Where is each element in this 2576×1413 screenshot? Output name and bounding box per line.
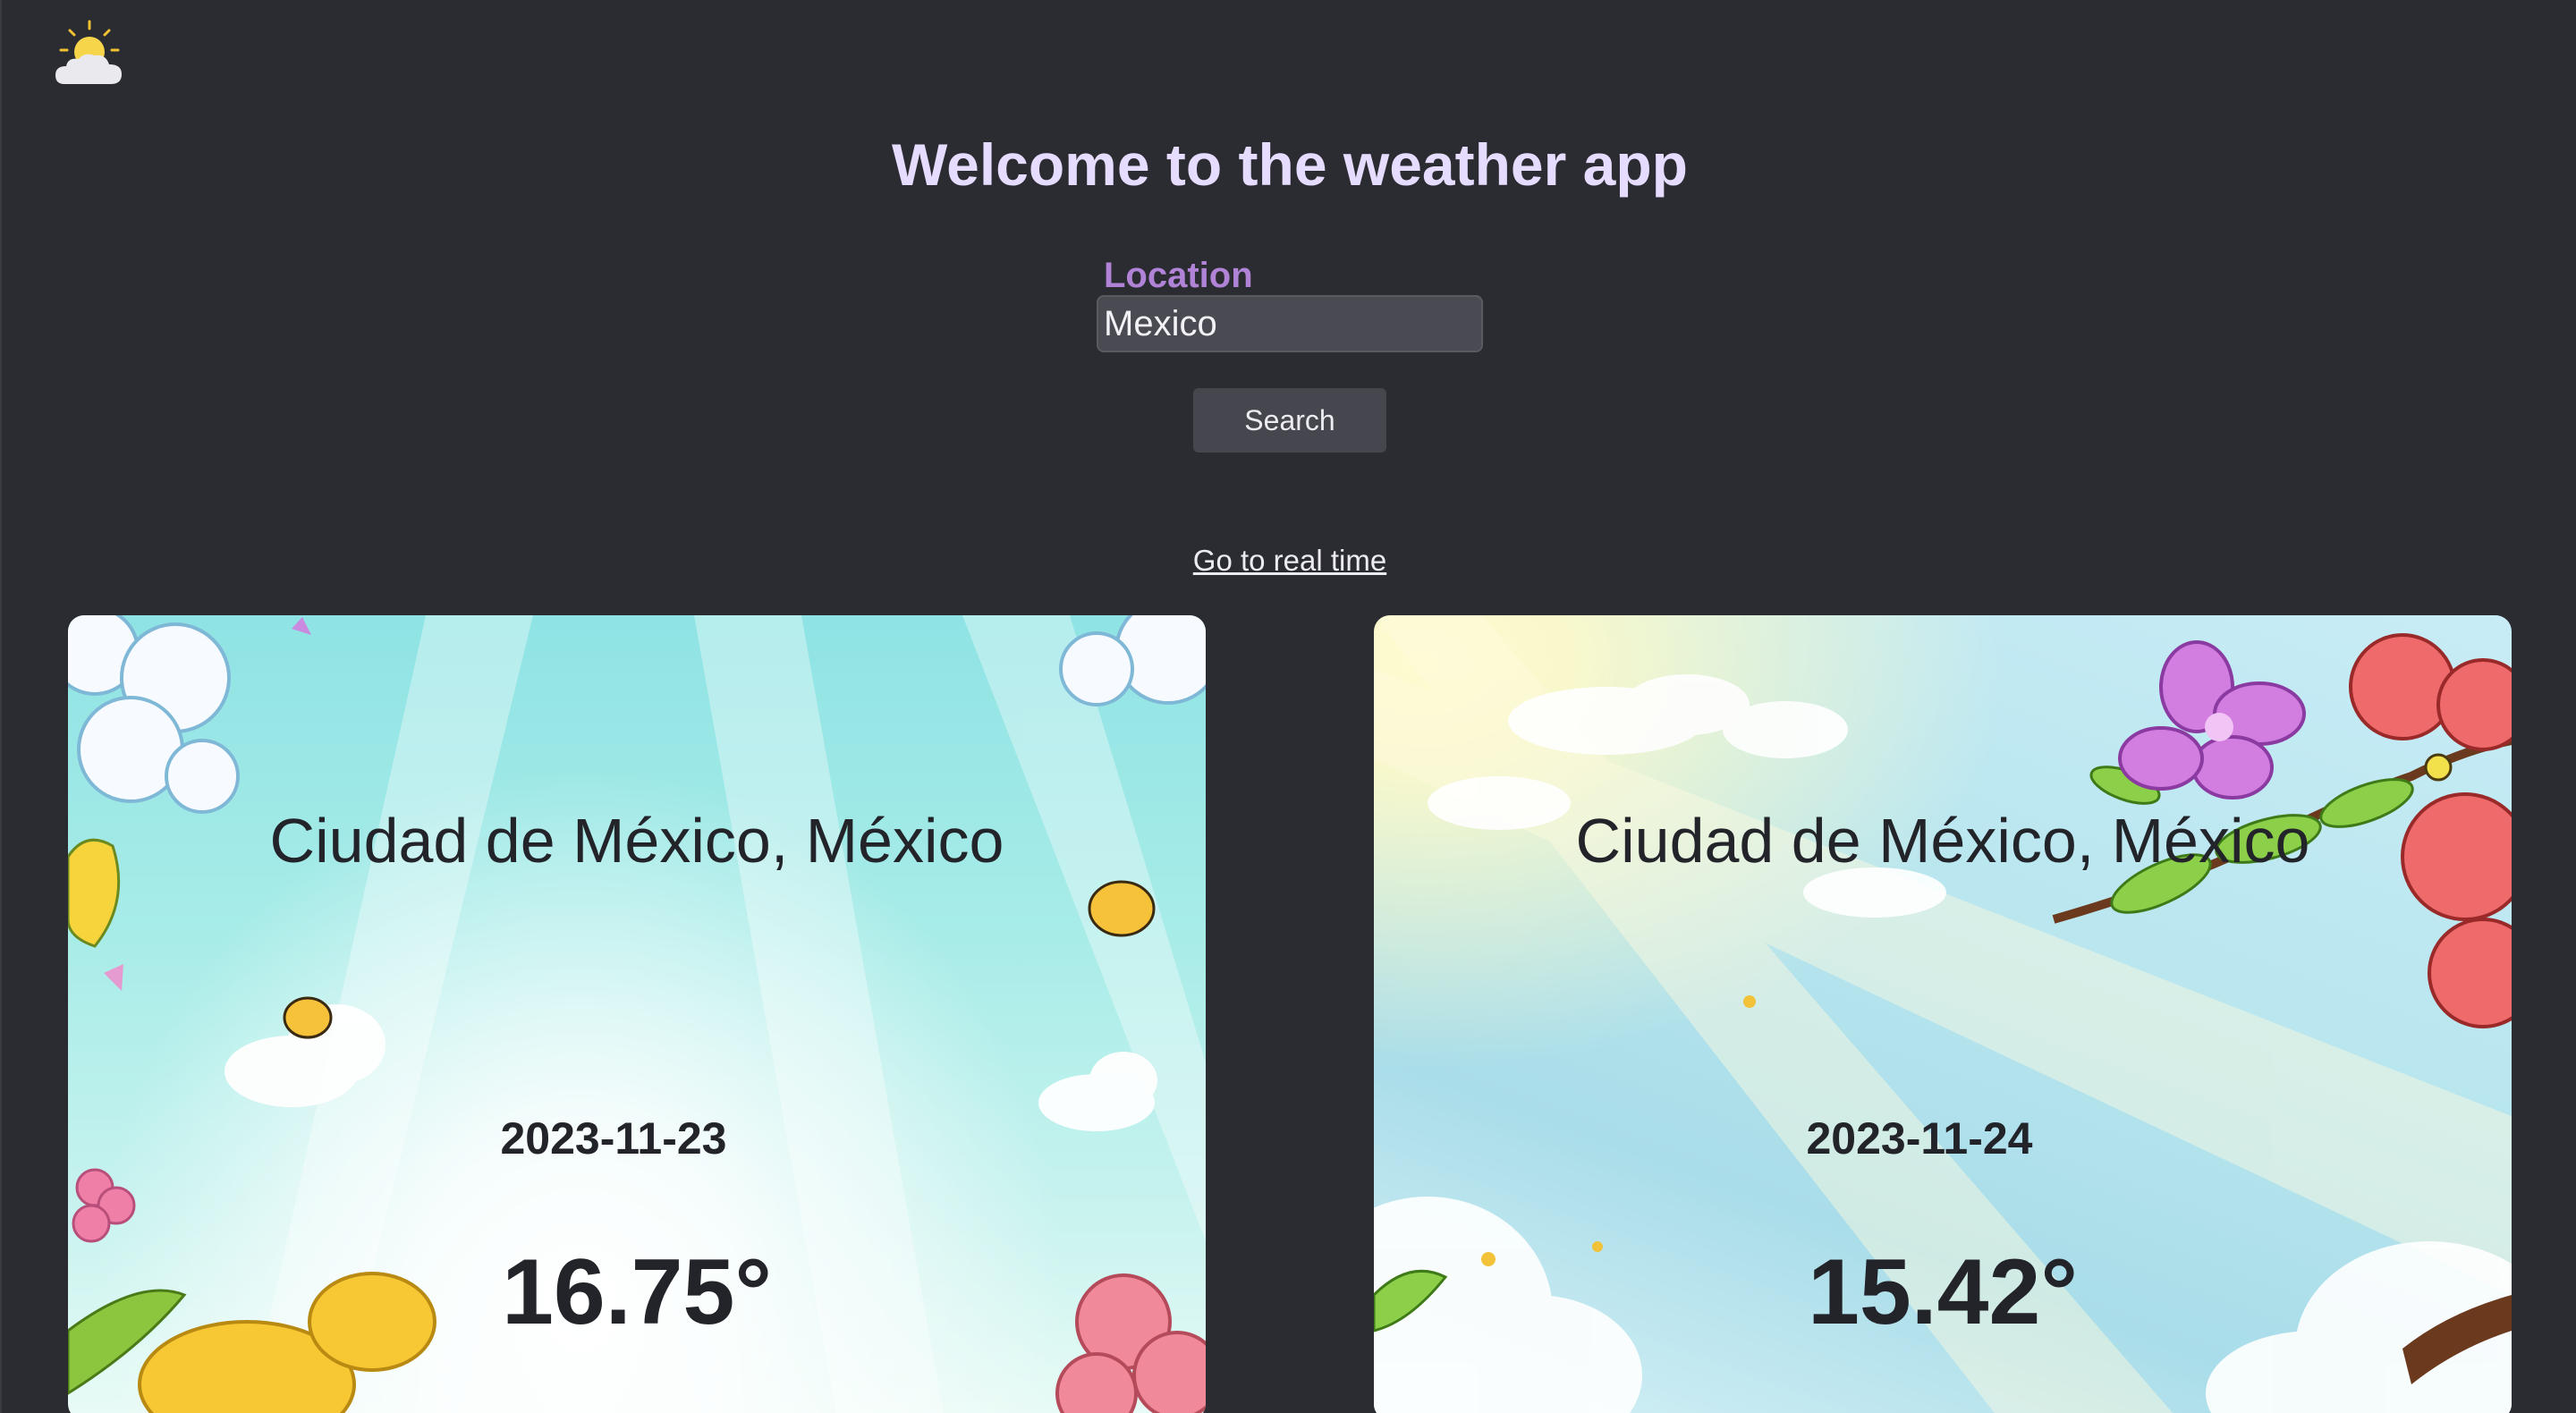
forecast-location: Ciudad de México, México <box>1575 806 2310 876</box>
page-title: Welcome to the weather app <box>892 131 1688 198</box>
weather-app: Welcome to the weather app Location Sear… <box>0 0 2576 1413</box>
sun-behind-cloud-icon <box>55 20 122 84</box>
location-input[interactable] <box>1097 295 1483 352</box>
forecast-card: Ciudad de México, México 2023-11-23 16.7… <box>68 615 1206 1413</box>
forecast-card: Ciudad de México, México 2023-11-24 15.4… <box>1374 615 2512 1413</box>
forecast-temperature: 16.75° <box>502 1240 772 1344</box>
forecast-temperature: 15.42° <box>1808 1240 2078 1344</box>
forecast-date: 2023-11-24 <box>1806 1113 2033 1163</box>
forecast-location: Ciudad de México, México <box>269 806 1004 876</box>
go-to-real-time-link[interactable]: Go to real time <box>1193 544 1386 577</box>
search-button[interactable]: Search <box>1193 388 1386 453</box>
forecast-date: 2023-11-23 <box>500 1113 727 1163</box>
realtime-link-container: Go to real time <box>2 544 2576 578</box>
location-label: Location <box>1104 256 1253 295</box>
